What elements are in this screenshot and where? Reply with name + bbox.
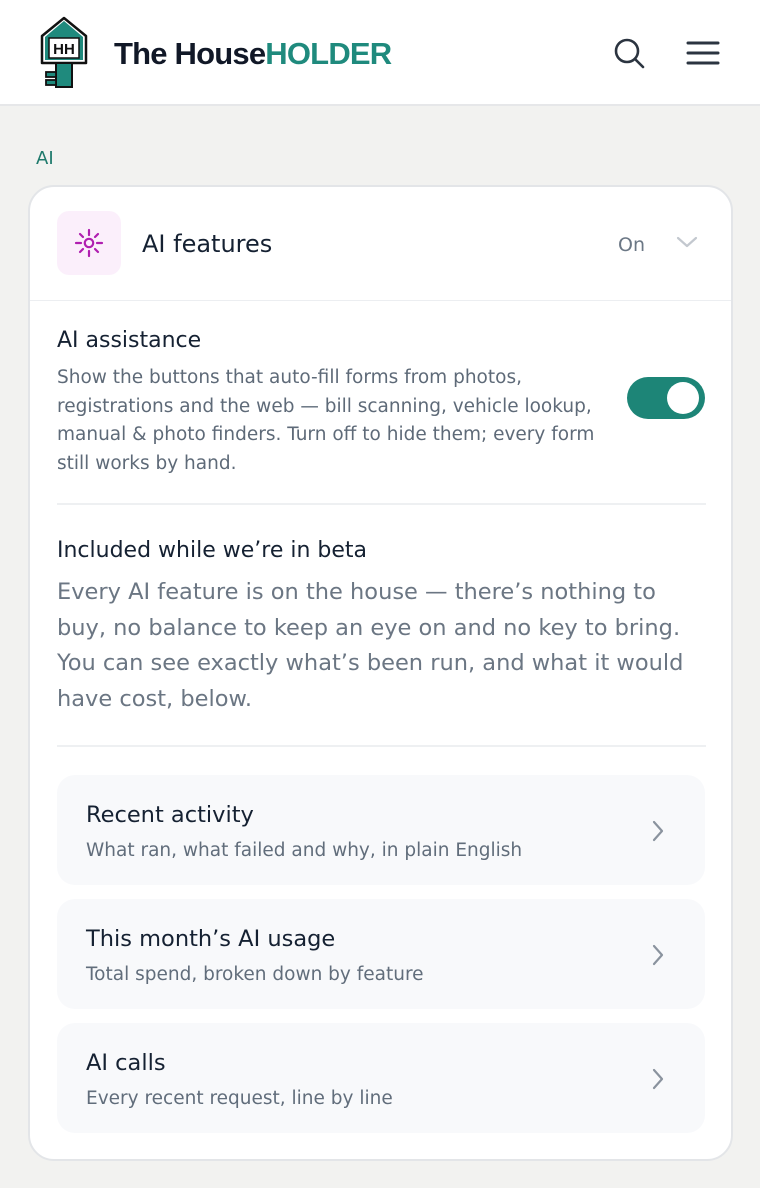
nav-subtitle: What ran, what failed and why, in plain … bbox=[86, 840, 523, 861]
ai-features-status: On bbox=[618, 234, 645, 256]
ai-features-icon-box bbox=[57, 211, 121, 275]
search-icon[interactable] bbox=[612, 36, 646, 70]
app-header: HH The HouseHOLDER bbox=[0, 0, 760, 106]
nav-title: AI calls bbox=[86, 1050, 166, 1076]
ai-features-header[interactable]: AI features On bbox=[30, 187, 731, 301]
house-key-logo[interactable]: HH bbox=[38, 16, 90, 90]
beta-title: Included while we’re in beta bbox=[57, 538, 367, 563]
section-label: AI bbox=[36, 148, 54, 169]
ai-features-title: AI features bbox=[142, 230, 273, 258]
nav-monthly-usage[interactable]: This month’s AI usage Total spend, broke… bbox=[57, 899, 705, 1009]
nav-title: This month’s AI usage bbox=[86, 926, 336, 952]
nav-subtitle: Total spend, broken down by feature bbox=[86, 964, 424, 985]
ai-assistance-description: Show the buttons that auto-fill forms fr… bbox=[57, 367, 595, 474]
chevron-down-icon[interactable] bbox=[676, 234, 698, 250]
divider bbox=[57, 745, 706, 747]
toggle-knob bbox=[667, 382, 699, 414]
ai-features-card: AI features On AI assistance Show the bu… bbox=[28, 185, 733, 1161]
brand-part-1: The House bbox=[114, 36, 266, 71]
beta-body: Every AI feature is on the house — there… bbox=[57, 579, 684, 712]
nav-recent-activity[interactable]: Recent activity What ran, what failed an… bbox=[57, 775, 705, 885]
nav-subtitle: Every recent request, line by line bbox=[86, 1088, 393, 1109]
chevron-right-icon bbox=[652, 820, 664, 842]
brand-part-2: HOLDER bbox=[265, 36, 392, 71]
hamburger-menu-icon[interactable] bbox=[686, 36, 720, 70]
brand-wordmark[interactable]: The HouseHOLDER bbox=[114, 36, 392, 72]
sparkle-icon bbox=[74, 228, 104, 258]
ai-assistance-title: AI assistance bbox=[57, 328, 202, 353]
nav-title: Recent activity bbox=[86, 802, 254, 828]
logo-letters: HH bbox=[53, 41, 75, 58]
ai-assistance-toggle[interactable] bbox=[627, 377, 705, 419]
chevron-right-icon bbox=[652, 1068, 664, 1090]
nav-ai-calls[interactable]: AI calls Every recent request, line by l… bbox=[57, 1023, 705, 1133]
chevron-right-icon bbox=[652, 944, 664, 966]
divider bbox=[57, 503, 706, 505]
